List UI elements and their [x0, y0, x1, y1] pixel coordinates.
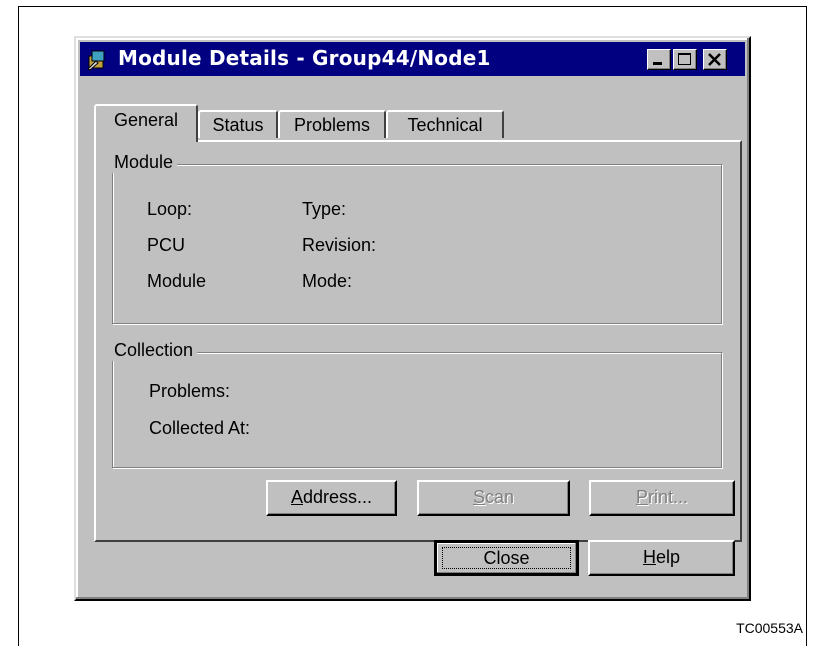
mode-label: Mode:: [302, 271, 353, 291]
close-window-button[interactable]: [703, 49, 727, 70]
scan-button[interactable]: Scan: [417, 480, 570, 516]
help-button[interactable]: Help: [588, 540, 735, 576]
collection-group: Collection Problems: Collected At:: [110, 340, 722, 468]
close-icon: [708, 53, 721, 66]
address-button[interactable]: Address...: [266, 480, 397, 516]
address-label-rest: ddress...: [302, 487, 373, 507]
tab-status[interactable]: Status: [198, 110, 278, 138]
scan-label-rest: can: [484, 487, 515, 507]
print-mnemonic: P: [635, 487, 648, 507]
help-label-rest: elp: [655, 547, 681, 567]
figure-code: TC00553A: [736, 620, 803, 636]
focus-rectangle: [442, 547, 571, 569]
tab-general[interactable]: General: [94, 104, 198, 142]
module-group-legend: Module: [110, 152, 178, 173]
module-details-dialog: Module Details - Group44/Node1 General S…: [74, 36, 751, 601]
type-label: Type:: [302, 199, 347, 219]
tab-problems[interactable]: Problems: [278, 110, 386, 138]
pcu-label: PCU: [147, 235, 186, 255]
close-button[interactable]: Close: [434, 540, 579, 576]
loop-label: Loop:: [147, 199, 193, 219]
problems-label: Problems:: [149, 381, 231, 401]
title-bar[interactable]: Module Details - Group44/Node1: [80, 42, 745, 76]
print-button[interactable]: Print...: [589, 480, 735, 516]
scan-mnemonic: S: [472, 487, 485, 507]
module-group: Module Loop: PCU Module Type: Revision: …: [110, 152, 722, 324]
module-app-icon: [86, 47, 110, 71]
collection-group-legend: Collection: [110, 340, 198, 361]
module-label: Module: [147, 271, 207, 291]
address-mnemonic: A: [290, 487, 303, 507]
revision-label: Revision:: [302, 235, 377, 255]
tab-technical[interactable]: Technical: [386, 110, 504, 138]
maximize-icon: [678, 53, 691, 65]
help-mnemonic: H: [642, 547, 656, 567]
window-title: Module Details - Group44/Node1: [118, 46, 491, 70]
minimize-icon: [653, 62, 662, 65]
collected-at-label: Collected At:: [149, 418, 251, 438]
maximize-button[interactable]: [673, 49, 697, 70]
print-label-rest: rint...: [648, 487, 689, 507]
minimize-button[interactable]: [647, 49, 671, 70]
